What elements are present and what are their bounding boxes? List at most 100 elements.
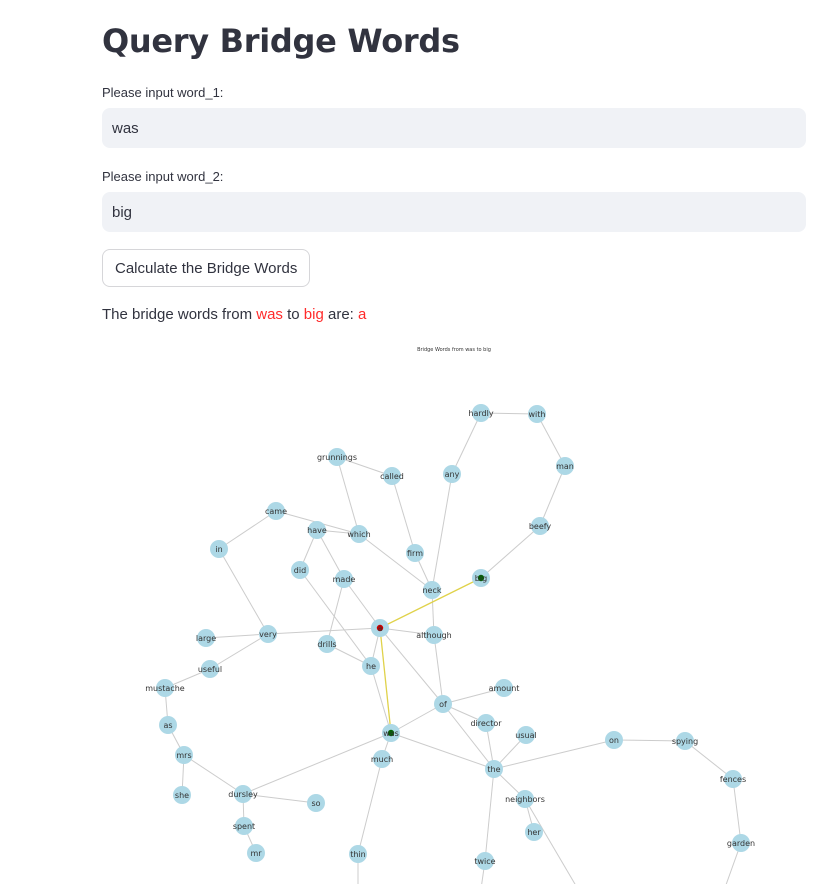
graph-node-label: mr (250, 849, 262, 858)
graph-edge-hardly-any (451, 412, 482, 475)
graph-edge-called-firm (391, 475, 416, 554)
graph-edge-man-beefy (539, 465, 566, 527)
graph-node-large: large (196, 629, 216, 647)
graph-node-very: very (259, 625, 277, 643)
calculate-button[interactable]: Calculate the Bridge Words (102, 249, 311, 287)
graph-edge-much-thin (357, 758, 383, 855)
graph-node-a: a (371, 619, 389, 637)
graph-edge-mrs-dursley (183, 754, 244, 795)
graph-node-firm: firm (406, 544, 424, 562)
graph-node-man: man (556, 457, 574, 475)
graph-node-he: he (362, 657, 380, 675)
graph-edge-very-a (267, 627, 381, 635)
graph-edge-very-useful (209, 633, 269, 670)
graph-edge-was-dursley (242, 732, 392, 795)
graph-node-called: called (380, 467, 404, 485)
graph-node-label: usual (515, 731, 536, 740)
graph-edge-spying-fences (684, 740, 734, 780)
graph-node-label: which (347, 530, 370, 539)
graph-node-mrs: mrs (175, 746, 193, 764)
result-text: The bridge words from was to big are: a (102, 306, 366, 323)
graph-node-she: she (173, 786, 191, 804)
word2-input[interactable] (102, 192, 806, 232)
page-title: Query Bridge Words (102, 22, 460, 60)
graph-node-garden: garden (727, 834, 755, 852)
graph-node-label: as (163, 721, 172, 730)
graph-node-in: in (210, 540, 228, 558)
graph-node-although: although (416, 626, 452, 644)
graph-node-label: although (416, 631, 451, 640)
graph-node-grunnings: grunnings (317, 448, 357, 466)
graph-node-label: fences (720, 775, 746, 784)
graph-node-label: he (366, 662, 376, 671)
bridge-edge-was-a (379, 627, 392, 734)
result-word1: was (256, 306, 283, 323)
graph-node-drills: drills (317, 635, 337, 653)
graph-edge-did-he (299, 569, 372, 667)
graph-node-label: twice (474, 857, 495, 866)
graph-node-was: was (382, 724, 400, 742)
graph-node-so: so (307, 794, 325, 812)
graph-edge-grunnings-which (336, 456, 360, 535)
graph-edge-the-on (493, 739, 615, 770)
graph-node-usual: usual (515, 726, 537, 744)
word1-input[interactable] (102, 108, 806, 148)
graph-edge-came-in (218, 510, 277, 550)
graph-node-label: garden (727, 839, 755, 848)
graph-node-label: with (529, 410, 546, 419)
graph-node-label: called (380, 472, 404, 481)
graph-node-made: made (333, 570, 355, 588)
graph-node-label: grunnings (317, 453, 357, 462)
graph-edge-although-of (433, 634, 444, 705)
graph-node-label: useful (198, 665, 222, 674)
graph-node-with: with (528, 405, 546, 423)
graph-edge-fences-garden (732, 778, 742, 844)
graph-node-label: spent (233, 822, 255, 831)
graph-node-label: mrs (176, 751, 191, 760)
graph-node-spying: spying (672, 732, 698, 750)
graph-node-label: drills (317, 640, 336, 649)
result-prefix: The bridge words from (102, 306, 257, 323)
graph-node-label: big (475, 574, 487, 583)
graph-node-label: was (383, 729, 399, 738)
graph-edge-any-neck (431, 473, 453, 591)
graph-node-came: came (265, 502, 287, 520)
graph-node-label: mustache (145, 684, 185, 693)
graph-edge-made-a (343, 578, 381, 629)
graph-node-any: any (443, 465, 461, 483)
graph-edge-in-very (218, 548, 269, 635)
graph-node-label: firm (407, 549, 423, 558)
graph-node-label: she (175, 791, 189, 800)
graph-node-neck: neck (422, 581, 442, 599)
graph-edge-of-the (442, 703, 495, 770)
graph-node-label: man (556, 462, 574, 471)
graph-node-have: have (307, 521, 327, 539)
graph-node-label: very (259, 630, 277, 639)
graph-node-label: her (527, 828, 541, 837)
graph-node-label: neighbors (505, 795, 545, 804)
graph-node-twice: twice (474, 852, 496, 870)
graph-node-much: much (371, 750, 393, 768)
graph-title: Bridge Words from was to big (417, 347, 491, 353)
graph-node-label: have (307, 526, 327, 535)
graph-node-label: on (609, 736, 619, 745)
graph-node-did: did (291, 561, 309, 579)
word1-label: Please input word_1: (102, 85, 224, 100)
graph-node-label: neck (422, 586, 441, 595)
graph-node-label: came (265, 507, 287, 516)
graph-node-label: amount (489, 684, 520, 693)
graph-edge-which-neck (358, 533, 433, 591)
graph-node-label: hardly (468, 409, 493, 418)
graph-node-label: any (445, 470, 460, 479)
graph-edge-the-twice (484, 768, 495, 862)
graph-edge-was-the (390, 732, 495, 770)
word2-label: Please input word_2: (102, 169, 224, 184)
graph-node-label: a (378, 624, 383, 633)
graph-node-label: did (294, 566, 306, 575)
graph-node-label: so (311, 799, 320, 808)
result-word2: big (303, 306, 324, 323)
bridge-words-graph: Bridge Words from was to big hardly with m… (145, 347, 755, 884)
graph-node-mr: mr (247, 844, 265, 862)
graph-node-fences: fences (720, 770, 746, 788)
graph-node-label: beefy (529, 522, 552, 531)
